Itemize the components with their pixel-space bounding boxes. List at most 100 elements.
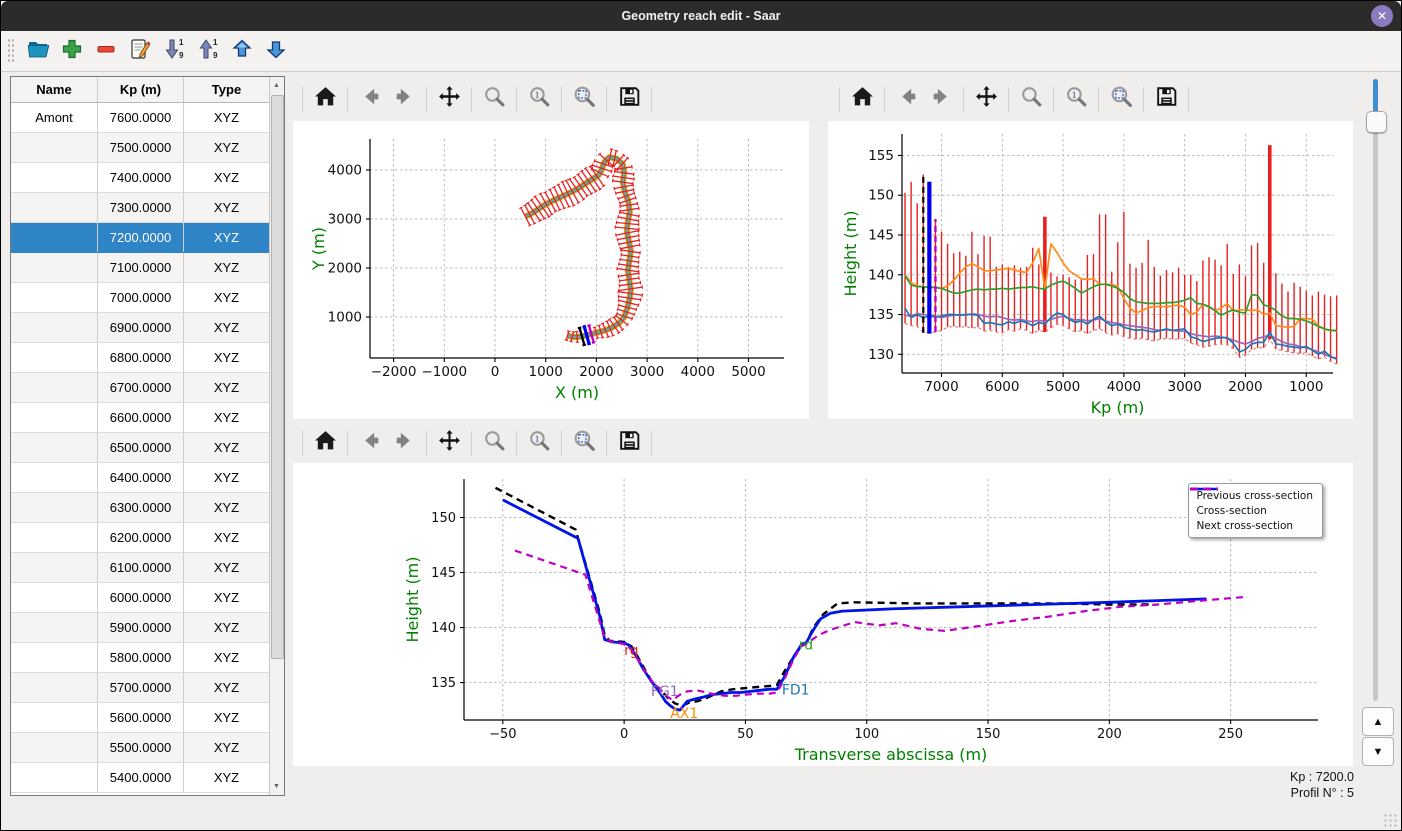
table-row-selected[interactable]: 7200.0000XYZ: [11, 223, 269, 253]
table-cell[interactable]: Amont: [11, 103, 98, 132]
table-row[interactable]: 6100.0000XYZ: [11, 553, 269, 583]
move-down-button[interactable]: [261, 36, 291, 66]
table-cell[interactable]: 6100.0000: [98, 553, 184, 582]
table-cell[interactable]: [11, 403, 98, 432]
table-cell[interactable]: 7000.0000: [98, 283, 184, 312]
zoom-button[interactable]: [1017, 85, 1045, 113]
table-cell[interactable]: 6500.0000: [98, 433, 184, 462]
table-cell[interactable]: XYZ: [184, 493, 269, 522]
back-button[interactable]: [356, 85, 384, 113]
home-button[interactable]: [311, 429, 339, 457]
save-button[interactable]: [615, 429, 643, 457]
table-cell[interactable]: [11, 193, 98, 222]
table-cell[interactable]: 6900.0000: [98, 313, 184, 342]
table-row[interactable]: 6300.0000XYZ: [11, 493, 269, 523]
table-cell[interactable]: XYZ: [184, 193, 269, 222]
table-cell[interactable]: [11, 433, 98, 462]
table-cell[interactable]: 5700.0000: [98, 673, 184, 702]
table-cell[interactable]: [11, 133, 98, 162]
table-row[interactable]: 5500.0000XYZ: [11, 733, 269, 763]
table-row[interactable]: 7100.0000XYZ: [11, 253, 269, 283]
table-cell[interactable]: [11, 703, 98, 732]
plan-view-chart[interactable]: −2000−1000010002000300040005000100020003…: [293, 121, 809, 419]
zoom-button[interactable]: [480, 429, 508, 457]
longitudinal-profile-chart[interactable]: 7000600050004000300020001000130135140145…: [828, 121, 1353, 419]
table-cell[interactable]: 6800.0000: [98, 343, 184, 372]
table-row[interactable]: 7400.0000XYZ: [11, 163, 269, 193]
table-cell[interactable]: XYZ: [184, 223, 269, 252]
edit-profile-button[interactable]: [125, 36, 155, 66]
table-cell[interactable]: 5500.0000: [98, 733, 184, 762]
forward-button[interactable]: [390, 85, 418, 113]
cross-section-canvas[interactable]: −50050100150200250135140145150Transverse…: [293, 463, 1353, 766]
zoom-rect-button[interactable]: [570, 85, 598, 113]
table-row[interactable]: 6700.0000XYZ: [11, 373, 269, 403]
move-up-button[interactable]: [227, 36, 257, 66]
column-header[interactable]: Name: [11, 77, 98, 102]
forward-button[interactable]: [390, 429, 418, 457]
table-cell[interactable]: 5800.0000: [98, 643, 184, 672]
scroll-down-icon[interactable]: ▼: [270, 779, 283, 794]
table-cell[interactable]: XYZ: [184, 313, 269, 342]
table-cell[interactable]: XYZ: [184, 343, 269, 372]
table-cell[interactable]: 7400.0000: [98, 163, 184, 192]
save-button[interactable]: [615, 85, 643, 113]
column-header[interactable]: Kp (m): [98, 77, 184, 102]
kp-slider-handle[interactable]: [1366, 111, 1387, 133]
previous-profile-button[interactable]: ▲: [1362, 707, 1394, 736]
table-cell[interactable]: [11, 373, 98, 402]
table-cell[interactable]: XYZ: [184, 643, 269, 672]
pan-button[interactable]: [972, 85, 1000, 113]
table-cell[interactable]: [11, 613, 98, 642]
table-cell[interactable]: 6300.0000: [98, 493, 184, 522]
table-row[interactable]: 6900.0000XYZ: [11, 313, 269, 343]
sort-ascending-button[interactable]: 19: [193, 36, 223, 66]
table-cell[interactable]: [11, 283, 98, 312]
table-cell[interactable]: XYZ: [184, 433, 269, 462]
table-cell[interactable]: [11, 163, 98, 192]
profile-table[interactable]: NameKp (m)TypeAmont7600.0000XYZ7500.0000…: [11, 77, 269, 795]
table-cell[interactable]: 7300.0000: [98, 193, 184, 222]
table-row[interactable]: 7300.0000XYZ: [11, 193, 269, 223]
zoom-rect-button[interactable]: [1107, 85, 1135, 113]
table-cell[interactable]: XYZ: [184, 103, 269, 132]
plan-view-canvas[interactable]: −2000−1000010002000300040005000100020003…: [293, 121, 809, 419]
home-button[interactable]: [848, 85, 876, 113]
table-cell[interactable]: [11, 313, 98, 342]
table-cell[interactable]: 7100.0000: [98, 253, 184, 282]
table-cell[interactable]: XYZ: [184, 553, 269, 582]
table-cell[interactable]: XYZ: [184, 163, 269, 192]
table-cell[interactable]: XYZ: [184, 403, 269, 432]
zoom-one-button[interactable]: 1: [525, 429, 553, 457]
zoom-one-button[interactable]: 1: [1062, 85, 1090, 113]
table-cell[interactable]: [11, 463, 98, 492]
table-cell[interactable]: XYZ: [184, 613, 269, 642]
table-cell[interactable]: 6200.0000: [98, 523, 184, 552]
table-row[interactable]: 6400.0000XYZ: [11, 463, 269, 493]
table-cell[interactable]: 6700.0000: [98, 373, 184, 402]
close-icon[interactable]: ✕: [1371, 5, 1393, 27]
table-cell[interactable]: [11, 253, 98, 282]
remove-profile-button[interactable]: [91, 36, 121, 66]
table-cell[interactable]: [11, 343, 98, 372]
table-row[interactable]: 6000.0000XYZ: [11, 583, 269, 613]
open-folder-button[interactable]: [23, 36, 53, 66]
save-button[interactable]: [1152, 85, 1180, 113]
home-button[interactable]: [311, 85, 339, 113]
table-row[interactable]: 5900.0000XYZ: [11, 613, 269, 643]
sort-descending-button[interactable]: 19: [159, 36, 189, 66]
table-cell[interactable]: 7500.0000: [98, 133, 184, 162]
table-row[interactable]: 5600.0000XYZ: [11, 703, 269, 733]
table-cell[interactable]: XYZ: [184, 133, 269, 162]
kp-slider-track[interactable]: [1373, 79, 1378, 701]
table-row[interactable]: 6500.0000XYZ: [11, 433, 269, 463]
table-cell[interactable]: 6400.0000: [98, 463, 184, 492]
table-cell[interactable]: [11, 673, 98, 702]
zoom-rect-button[interactable]: [570, 429, 598, 457]
table-cell[interactable]: [11, 553, 98, 582]
table-cell[interactable]: XYZ: [184, 583, 269, 612]
forward-button[interactable]: [927, 85, 955, 113]
table-cell[interactable]: [11, 223, 98, 252]
table-cell[interactable]: 6600.0000: [98, 403, 184, 432]
table-cell[interactable]: XYZ: [184, 373, 269, 402]
